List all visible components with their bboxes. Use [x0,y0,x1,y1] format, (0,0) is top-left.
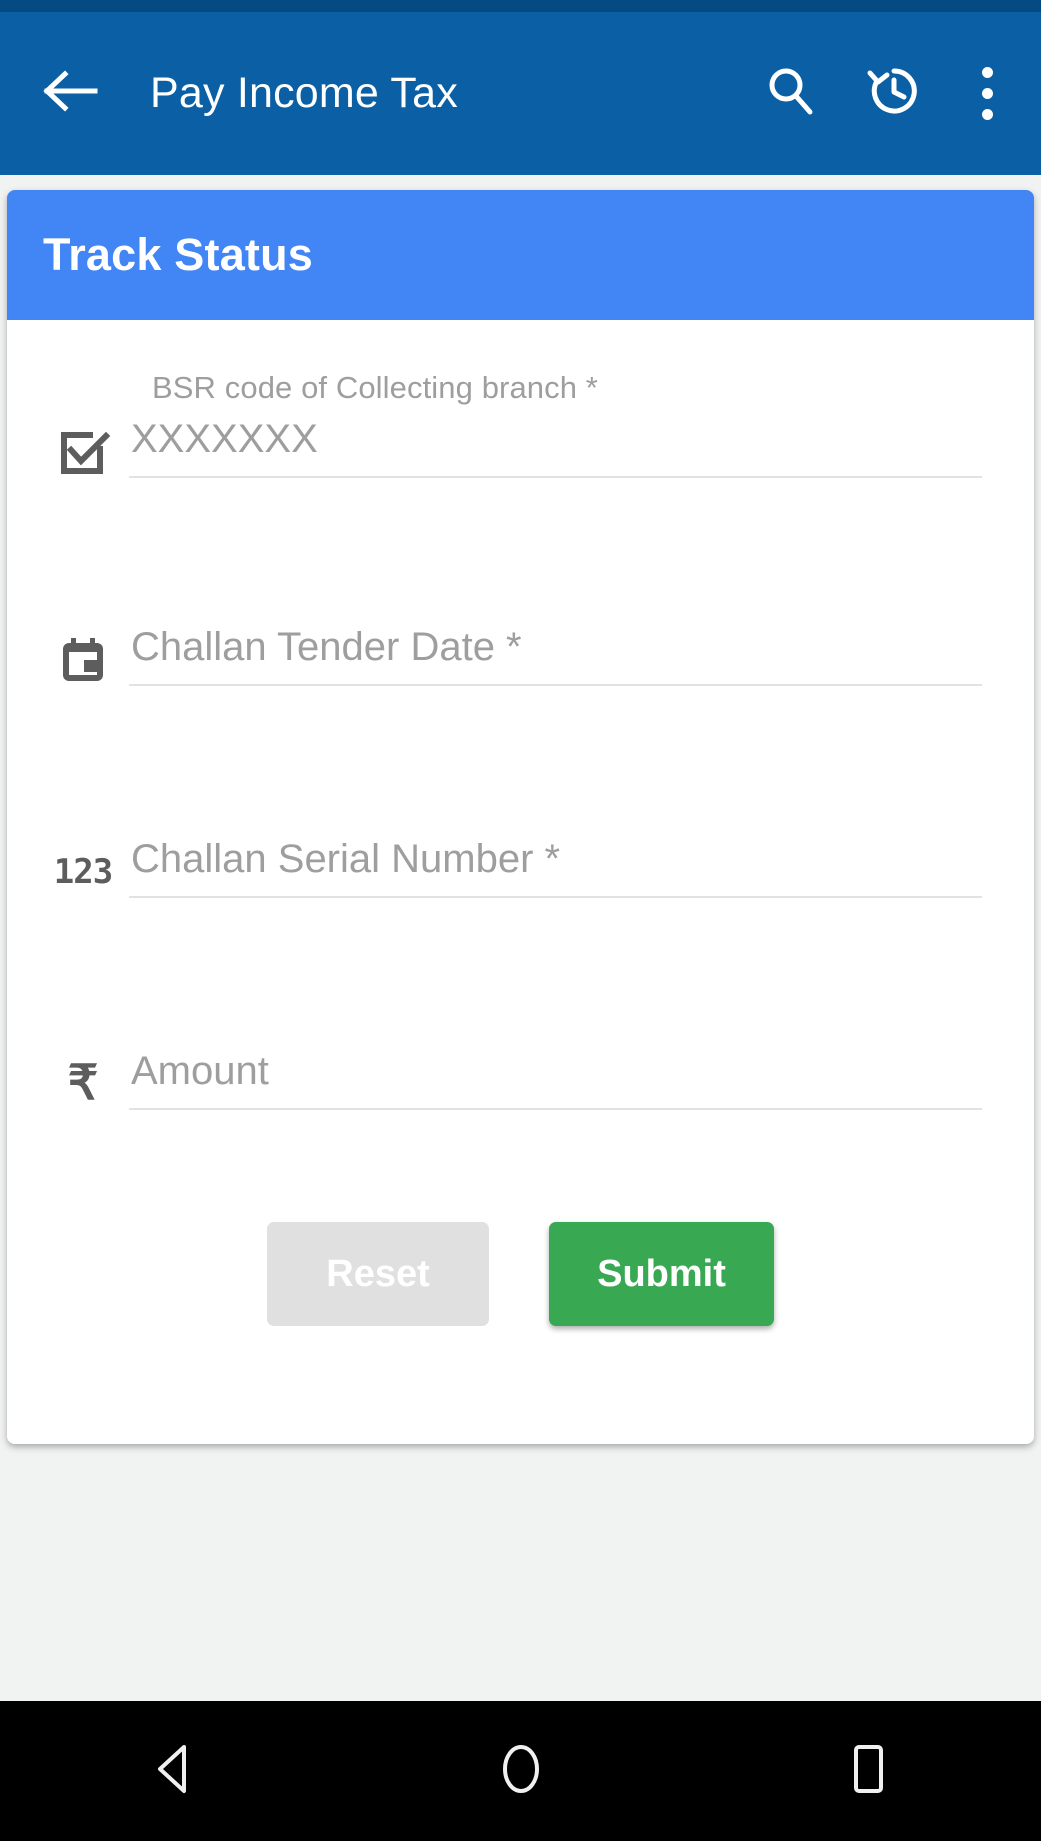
numeric-123-icon-label: 123 [53,852,113,892]
more-vertical-icon-dot-3 [981,109,993,120]
amount-input[interactable] [129,1049,982,1110]
challan-serial-number-input[interactable] [129,837,982,898]
nav-home-button[interactable] [446,1701,596,1841]
card-title: Track Status [43,229,314,280]
app-bar: Pay Income Tax [0,12,1041,175]
form-actions: Reset Submit [37,1198,1004,1326]
calendar-icon [37,625,129,687]
field-input-wrap-bsr-code [129,417,1004,478]
back-button[interactable] [36,59,106,129]
field-input-wrap-amount [129,1049,1004,1110]
overflow-menu-button[interactable] [967,63,1007,125]
content-area: Track Status BSR code of Collecting bran… [0,175,1041,1701]
field-challan-tender-date [37,562,1004,774]
rupee-icon: ₹ [37,1049,129,1111]
more-vertical-icon-dot-2 [981,88,993,99]
arrow-left-icon [43,68,99,119]
field-input-wrap-challan-serial-number [129,837,1004,898]
field-label-bsr-code: BSR code of Collecting branch * [152,370,598,405]
field-row-bsr-code [37,417,1004,479]
card-header: Track Status [7,190,1034,320]
search-icon [763,64,817,123]
check-box-icon [37,417,129,479]
reset-button[interactable]: Reset [267,1222,489,1326]
app-screen: Pay Income Tax Track Status BSR code of … [0,0,1041,1841]
page-title: Pay Income Tax [150,69,458,117]
nav-back-button[interactable] [99,1701,249,1841]
form-body: BSR code of Collecting branch * XXXXXXX … [7,320,1034,1444]
challan-tender-date-input[interactable] [129,625,982,686]
home-circle-icon [495,1739,547,1804]
field-input-wrap-challan-tender-date [129,625,1004,686]
app-bar-actions [759,63,1007,125]
system-navigation-bar [0,1701,1041,1841]
status-bar-strip [0,0,1041,12]
back-triangle-icon [148,1741,200,1802]
field-row-challan-serial-number: 123 [37,837,1004,899]
recents-square-icon [844,1741,892,1802]
field-amount: ₹ [37,986,1004,1198]
more-vertical-icon-dot-1 [981,67,993,78]
rupee-icon-label: ₹ [67,1057,99,1110]
field-row-amount: ₹ [37,1049,1004,1111]
track-status-card: Track Status BSR code of Collecting bran… [7,190,1034,1444]
history-icon [866,63,922,124]
field-challan-serial-number: 123 [37,774,1004,986]
field-row-challan-tender-date [37,625,1004,687]
nav-recents-button[interactable] [793,1701,943,1841]
numeric-123-icon: 123 [37,837,129,899]
bsr-code-input[interactable] [129,417,982,478]
submit-button[interactable]: Submit [549,1222,774,1326]
history-button[interactable] [863,63,925,125]
search-button[interactable] [759,63,821,125]
field-bsr-code: BSR code of Collecting branch * [37,354,1004,562]
